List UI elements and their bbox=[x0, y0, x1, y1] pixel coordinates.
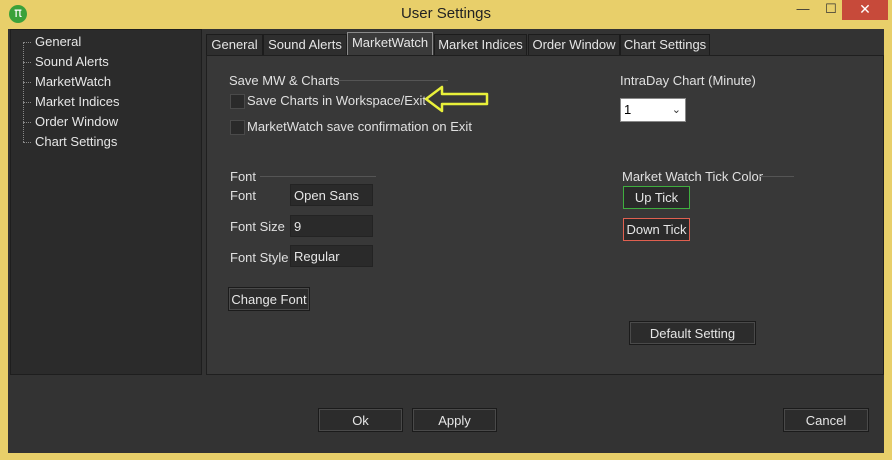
apply-button[interactable]: Apply bbox=[412, 408, 497, 432]
save-group-title: Save MW & Charts bbox=[229, 73, 340, 88]
close-button[interactable]: ✕ bbox=[842, 0, 888, 20]
tree-item-market-indices[interactable]: Market Indices bbox=[23, 92, 120, 112]
tree-item-order-window[interactable]: Order Window bbox=[23, 112, 120, 132]
font-style-label: Font Style bbox=[230, 250, 289, 265]
down-tick-button[interactable]: Down Tick bbox=[623, 218, 690, 241]
tick-color-divider bbox=[760, 176, 794, 177]
font-style-field: Regular bbox=[290, 245, 373, 267]
intraday-value: 1 bbox=[624, 102, 632, 117]
user-settings-window: π User Settings — ☐ ✕ General Sound Aler… bbox=[0, 0, 892, 460]
save-charts-checkbox[interactable] bbox=[230, 94, 245, 109]
window-title: User Settings bbox=[400, 5, 492, 22]
save-group-divider bbox=[336, 80, 448, 81]
intraday-label: IntraDay Chart (Minute) bbox=[620, 73, 756, 88]
tab-general[interactable]: General bbox=[206, 34, 263, 56]
font-group-divider bbox=[260, 176, 376, 177]
tree-list: General Sound Alerts MarketWatch Market … bbox=[23, 32, 120, 152]
default-setting-button[interactable]: Default Setting bbox=[629, 321, 756, 345]
save-charts-label[interactable]: Save Charts in Workspace/Exit bbox=[247, 93, 426, 108]
maximize-button[interactable]: ☐ bbox=[822, 0, 840, 20]
ok-button[interactable]: Ok bbox=[318, 408, 403, 432]
tab-order-window[interactable]: Order Window bbox=[528, 34, 620, 56]
tick-color-label: Market Watch Tick Color bbox=[622, 169, 764, 184]
cancel-button[interactable]: Cancel bbox=[783, 408, 869, 432]
tree-item-marketwatch[interactable]: MarketWatch bbox=[23, 72, 120, 92]
title-bar[interactable]: π User Settings — ☐ ✕ bbox=[0, 0, 892, 28]
minimize-button[interactable]: — bbox=[794, 0, 812, 20]
font-field: Open Sans bbox=[290, 184, 373, 206]
tab-marketwatch[interactable]: MarketWatch bbox=[347, 32, 433, 55]
tree-item-sound-alerts[interactable]: Sound Alerts bbox=[23, 52, 120, 72]
tree-item-general[interactable]: General bbox=[23, 32, 120, 52]
chevron-down-icon: ⌄ bbox=[671, 104, 681, 116]
up-tick-button[interactable]: Up Tick bbox=[623, 186, 690, 209]
font-label: Font bbox=[230, 188, 257, 203]
tab-market-indices[interactable]: Market Indices bbox=[434, 34, 527, 56]
annotation-arrow-icon bbox=[424, 85, 489, 113]
font-size-field: 9 bbox=[290, 215, 373, 237]
confirm-exit-label[interactable]: MarketWatch save confirmation on Exit bbox=[247, 119, 472, 134]
intraday-select[interactable]: 1 ⌄ bbox=[620, 98, 686, 122]
change-font-button[interactable]: Change Font bbox=[228, 287, 310, 311]
tree-item-chart-settings[interactable]: Chart Settings bbox=[23, 132, 120, 152]
font-size-label: Font Size bbox=[230, 219, 285, 234]
tab-chart-settings[interactable]: Chart Settings bbox=[620, 34, 710, 56]
tab-sound-alerts[interactable]: Sound Alerts bbox=[263, 34, 347, 56]
settings-tree: General Sound Alerts MarketWatch Market … bbox=[10, 29, 202, 375]
font-group-title: Font bbox=[230, 169, 257, 184]
confirm-exit-checkbox[interactable] bbox=[230, 120, 245, 135]
